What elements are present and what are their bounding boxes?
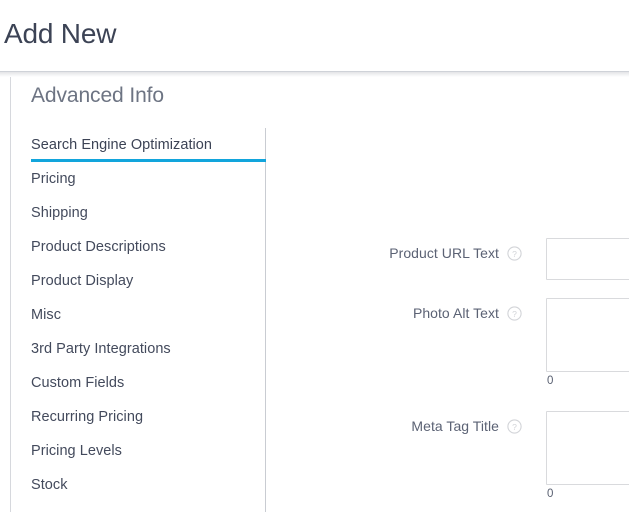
field-label-product-url-text: Product URL Text: [389, 245, 499, 261]
help-circle-icon[interactable]: ?: [507, 306, 522, 321]
sidebar-item-label: Search Engine Optimization: [31, 137, 213, 153]
sidebar-item-misc[interactable]: Misc: [31, 298, 266, 332]
add-new-product-page: Add New Advanced Info Search Engine Opti…: [0, 0, 629, 512]
section-heading: Advanced Info: [31, 84, 164, 107]
svg-text:?: ?: [512, 309, 517, 319]
sidebar-item-label: Product Display: [31, 273, 134, 289]
svg-text:?: ?: [512, 249, 517, 259]
sidebar-item-label: Misc: [31, 307, 61, 323]
sidebar-item-label: Stock: [31, 477, 68, 493]
field-label-photo-alt-text: Photo Alt Text: [412, 305, 499, 321]
page-header: Add New: [0, 0, 629, 77]
sidebar-item-label: Pricing: [31, 171, 76, 187]
sidebar-item-custom-fields[interactable]: Custom Fields: [31, 366, 266, 400]
sidebar-item-stock[interactable]: Stock: [31, 468, 266, 502]
advanced-info-card: Advanced Info Search Engine Optimization…: [10, 77, 629, 512]
sidebar-item-label: Custom Fields: [31, 375, 125, 391]
sidebar-item-recurring-pricing[interactable]: Recurring Pricing: [31, 400, 266, 434]
sidebar-item-search-engine-optimization[interactable]: Search Engine Optimization: [31, 128, 266, 162]
field-label-meta-tag-title: Meta Tag Title: [411, 418, 499, 434]
sidebar-item-product-descriptions[interactable]: Product Descriptions: [31, 230, 266, 264]
sidebar-item-pricing-levels[interactable]: Pricing Levels: [31, 434, 266, 468]
sidebar-item-label: Shipping: [31, 205, 88, 221]
sidebar-item-pricing[interactable]: Pricing: [31, 162, 266, 196]
field-input-product-url-text[interactable]: [546, 238, 629, 280]
sidebar-item-label: Product Descriptions: [31, 239, 166, 255]
sidebar-item-label: 3rd Party Integrations: [31, 341, 171, 357]
advanced-info-sidebar: Search Engine Optimization Pricing Shippin…: [11, 128, 266, 512]
sidebar-item-shipping[interactable]: Shipping: [31, 196, 266, 230]
help-circle-icon[interactable]: ?: [507, 419, 522, 434]
field-textarea-photo-alt-text[interactable]: [546, 298, 629, 372]
character-counter-meta-tag-title: 0: [547, 488, 554, 500]
sidebar-item-product-display[interactable]: Product Display: [31, 264, 266, 298]
sidebar-item-3rd-party-integrations[interactable]: 3rd Party Integrations: [31, 332, 266, 366]
sidebar-item-label: Recurring Pricing: [31, 409, 144, 425]
page-title: Add New: [4, 18, 117, 49]
character-counter-photo-alt-text: 0: [547, 375, 554, 387]
sidebar-item-label: Pricing Levels: [31, 443, 122, 459]
svg-text:?: ?: [512, 422, 517, 432]
seo-form-pane: Product URL Text? Photo Alt Text? 0 Meta Ta…: [267, 128, 629, 512]
help-circle-icon[interactable]: ?: [507, 246, 522, 261]
field-textarea-meta-tag-title[interactable]: [546, 411, 629, 485]
